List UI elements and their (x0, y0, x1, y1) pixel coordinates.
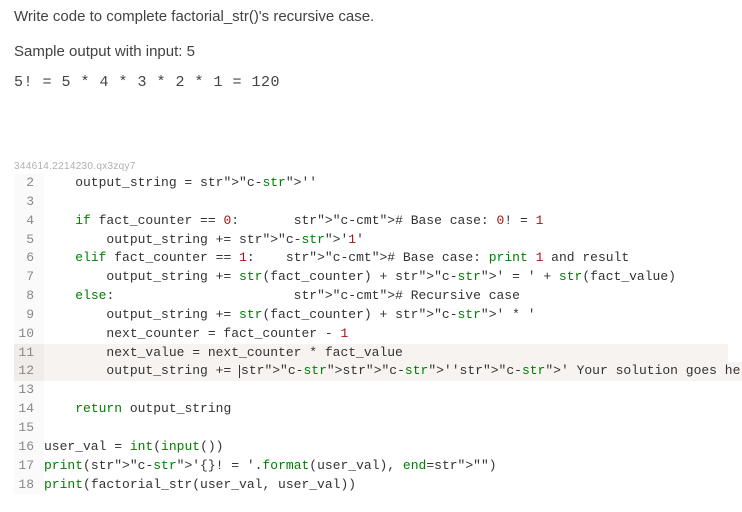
page-root: Write code to complete factorial_str()'s… (0, 0, 742, 502)
code-text[interactable]: user_val = int(input()) (44, 438, 223, 457)
code-editor[interactable]: 2 output_string = str">"c-str">''34 if f… (14, 174, 728, 494)
line-number: 10 (14, 325, 44, 344)
code-text[interactable]: if fact_counter == 0: str">"c-cmt"># Bas… (44, 212, 543, 231)
code-line[interactable]: 10 next_counter = fact_counter - 1 (14, 325, 728, 344)
code-line[interactable]: 11 next_value = next_counter * fact_valu… (14, 344, 728, 363)
code-line[interactable]: 2 output_string = str">"c-str">'' (14, 174, 728, 193)
code-line[interactable]: 8 else: str">"c-cmt"># Recursive case (14, 287, 728, 306)
sample-output-label: Sample output with input: 5 (14, 43, 728, 60)
line-number: 4 (14, 212, 44, 231)
line-number: 13 (14, 381, 44, 400)
problem-instruction: Write code to complete factorial_str()'s… (14, 8, 728, 25)
code-text[interactable]: print(factorial_str(user_val, user_val)) (44, 476, 356, 495)
code-text[interactable]: output_string += str(fact_counter) + str… (44, 268, 676, 287)
line-number: 15 (14, 419, 44, 438)
line-number: 9 (14, 306, 44, 325)
code-line[interactable]: 3 (14, 193, 728, 212)
code-text[interactable]: else: str">"c-cmt"># Recursive case (44, 287, 520, 306)
code-line[interactable]: 15 (14, 419, 728, 438)
code-line[interactable]: 6 elif fact_counter == 1: str">"c-cmt">#… (14, 249, 728, 268)
code-text[interactable]: next_counter = fact_counter - 1 (44, 325, 348, 344)
line-number: 16 (14, 438, 44, 457)
code-text[interactable]: print(str">"c-str">'{}! = '.format(user_… (44, 457, 497, 476)
line-number: 17 (14, 457, 44, 476)
text-cursor (239, 365, 240, 378)
code-text[interactable]: elif fact_counter == 1: str">"c-cmt"># B… (44, 249, 629, 268)
line-number: 11 (14, 344, 44, 363)
code-text[interactable]: return output_string (44, 400, 231, 419)
code-text[interactable]: next_value = next_counter * fact_value (44, 344, 728, 363)
line-number: 6 (14, 249, 44, 268)
line-number: 8 (14, 287, 44, 306)
line-number: 3 (14, 193, 44, 212)
code-line[interactable]: 16user_val = int(input()) (14, 438, 728, 457)
code-line[interactable]: 12 output_string += str">"c-str">str">"c… (14, 362, 728, 381)
line-number: 18 (14, 476, 44, 495)
code-line[interactable]: 9 output_string += str(fact_counter) + s… (14, 306, 728, 325)
code-line[interactable]: 14 return output_string (14, 400, 728, 419)
line-number: 12 (14, 362, 44, 381)
code-text[interactable]: output_string = str">"c-str">'' (44, 174, 317, 193)
line-number: 5 (14, 231, 44, 250)
code-line[interactable]: 13 (14, 381, 728, 400)
code-line[interactable]: 5 output_string += str">"c-str">'1' (14, 231, 728, 250)
code-line[interactable]: 18print(factorial_str(user_val, user_val… (14, 476, 728, 495)
code-text[interactable]: output_string += str">"c-str">str">"c-st… (44, 362, 742, 381)
line-number: 2 (14, 174, 44, 193)
code-text[interactable]: output_string += str(fact_counter) + str… (44, 306, 536, 325)
sample-output-value: 5! = 5 * 4 * 3 * 2 * 1 = 120 (14, 74, 728, 91)
code-line[interactable]: 7 output_string += str(fact_counter) + s… (14, 268, 728, 287)
code-line[interactable]: 17print(str">"c-str">'{}! = '.format(use… (14, 457, 728, 476)
code-line[interactable]: 4 if fact_counter == 0: str">"c-cmt"># B… (14, 212, 728, 231)
line-number: 7 (14, 268, 44, 287)
line-number: 14 (14, 400, 44, 419)
code-text[interactable]: output_string += str">"c-str">'1' (44, 231, 364, 250)
watermark-id: 344614.2214230.qx3zqy7 (14, 161, 728, 172)
